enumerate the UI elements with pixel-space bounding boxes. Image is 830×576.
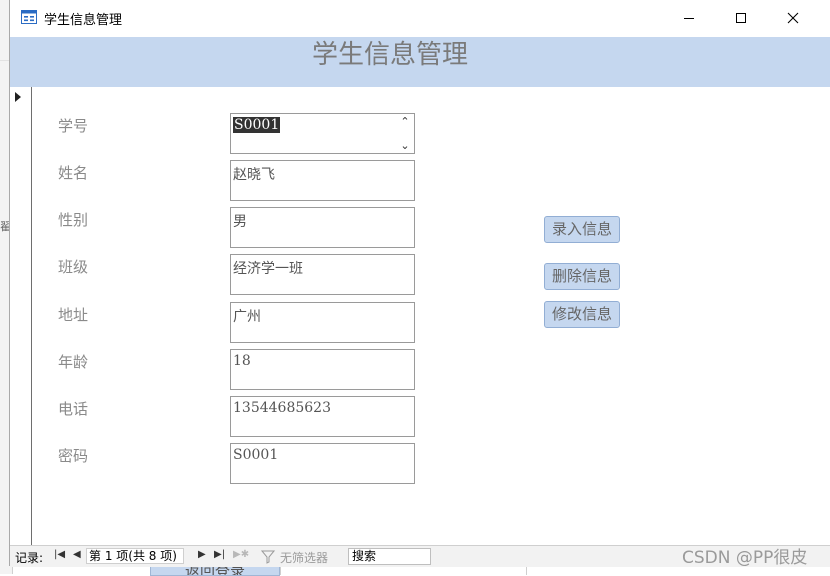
title-bar[interactable]: 学生信息管理 [10,0,830,36]
new-record-icon[interactable]: ▶✱ [233,549,249,560]
age-value: 18 [233,353,251,369]
gender-field[interactable]: 男 [230,207,415,248]
current-record-arrow-icon [15,92,21,102]
delete-record-button[interactable]: 删除信息 [544,263,620,290]
student-id-combobox[interactable]: S0001 ⌃ ⌄ [230,113,415,154]
name-field[interactable]: 赵晓飞 [230,160,415,201]
add-record-button[interactable]: 录入信息 [544,216,620,243]
close-button[interactable] [770,0,816,36]
form-window: 学生信息管理 学生信息管理 学号 姓名 性别 班级 地址 年龄 电话 密码 S0… [9,0,830,567]
window-title: 学生信息管理 [44,13,123,28]
first-record-icon[interactable]: |◀ [54,549,65,560]
phone-value: 13544685623 [233,400,331,416]
label-password: 密码 [58,447,89,465]
label-class: 班级 [58,258,89,276]
age-field[interactable]: 18 [230,349,415,390]
maximize-button[interactable] [718,0,764,36]
chevron-up-icon[interactable]: ⌃ [400,116,409,128]
class-value: 经济学一班 [233,261,303,277]
no-filter-toggle[interactable]: 无筛选器 [280,549,328,566]
label-age: 年龄 [58,353,89,371]
last-record-icon[interactable]: ▶| [214,549,225,560]
password-value: S0001 [233,447,279,463]
search-input[interactable]: 搜索 [348,548,431,565]
class-field[interactable]: 经济学一班 [230,254,415,295]
filter-icon [261,550,275,564]
label-gender: 性别 [58,211,89,229]
current-record-field[interactable]: 第 1 项(共 8 项) [86,548,184,564]
label-name: 姓名 [58,164,89,182]
form-icon [21,10,37,24]
chevron-down-icon[interactable]: ⌄ [400,140,409,152]
password-field[interactable]: S0001 [230,443,415,484]
minimize-icon [684,18,694,19]
minimize-button[interactable] [666,0,712,36]
name-value: 赵晓飞 [233,167,275,183]
label-address: 地址 [58,306,89,324]
form-header: 学生信息管理 [10,37,830,87]
watermark: CSDN @PP很皮 [682,548,808,568]
record-selector[interactable] [10,87,32,547]
label-student-id: 学号 [58,117,89,135]
next-record-icon[interactable]: ▶ [198,549,206,560]
close-icon [787,12,799,24]
student-id-value: S0001 [233,117,281,133]
label-phone: 电话 [58,400,89,418]
gender-value: 男 [233,214,247,230]
address-value: 广州 [233,309,261,325]
modify-record-button[interactable]: 修改信息 [544,301,620,328]
phone-field[interactable]: 13544685623 [230,396,415,437]
previous-record-icon[interactable]: ◀ [73,549,81,560]
combo-scroll[interactable]: ⌃ ⌄ [398,116,412,152]
address-field[interactable]: 广州 [230,302,415,343]
record-label: 记录: [15,551,44,565]
form-title: 学生信息管理 [311,40,468,70]
maximize-icon [736,13,746,23]
